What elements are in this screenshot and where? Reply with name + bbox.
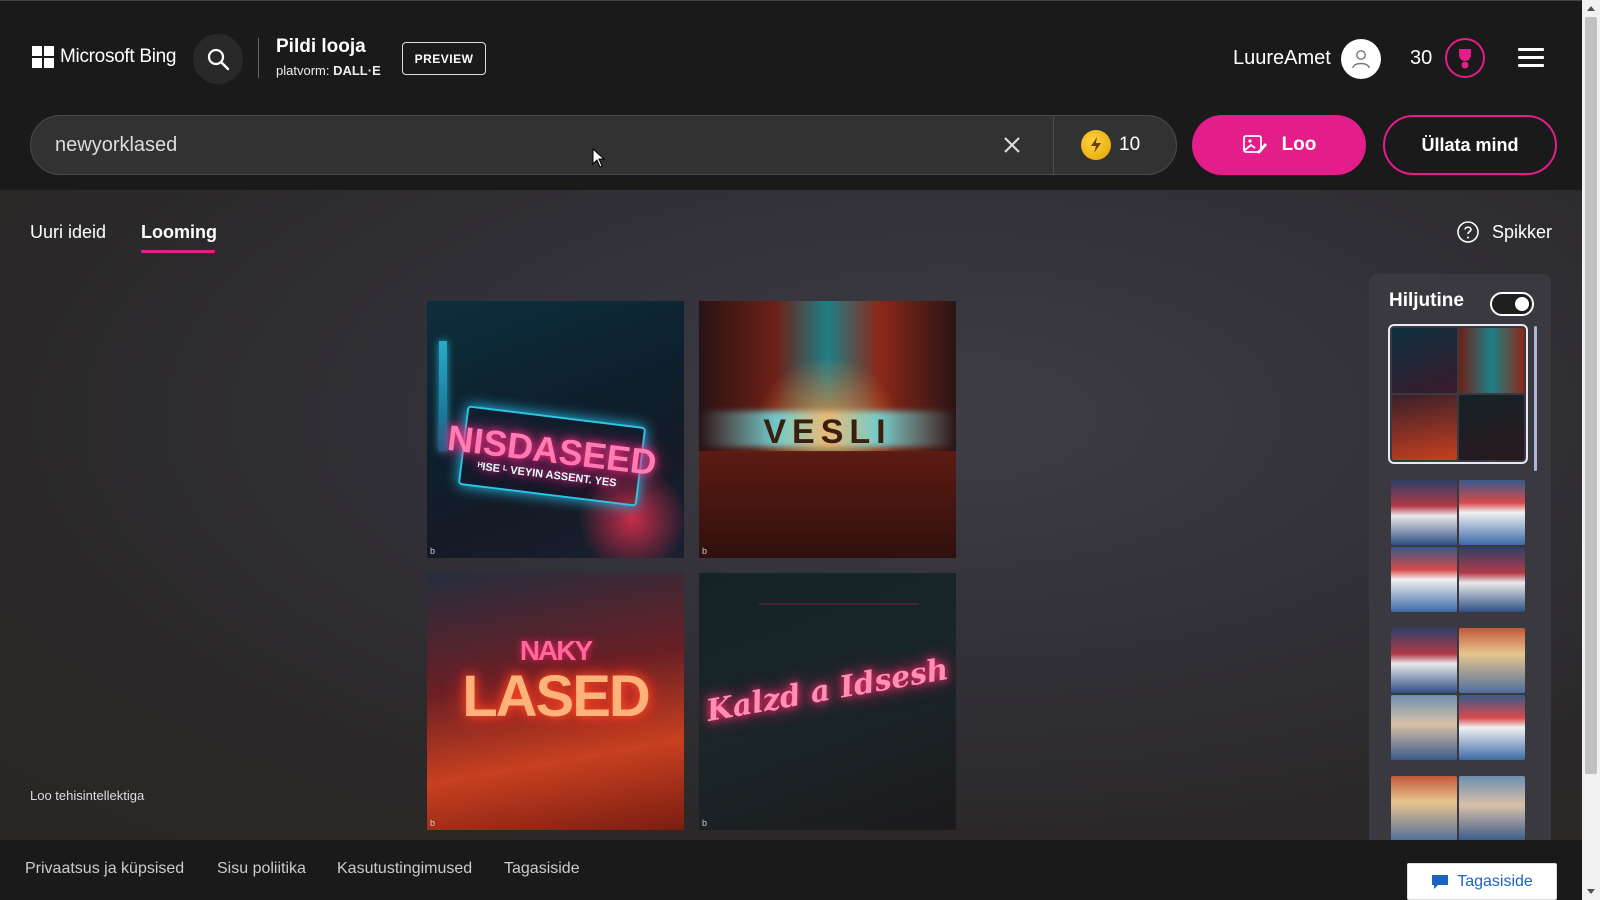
recent-item-2[interactable] [1391, 480, 1525, 612]
platform-name: DALL·E [333, 63, 381, 78]
surprise-me-button[interactable]: Üllata mind [1383, 115, 1557, 175]
active-tab-indicator [141, 250, 215, 253]
recent-title: Hiljutine [1389, 290, 1464, 311]
mouse-cursor-icon [592, 148, 606, 168]
menu-icon[interactable] [1518, 48, 1544, 68]
lightning-icon [1081, 130, 1111, 160]
bing-mark-icon: b [702, 546, 708, 556]
help-icon [1457, 221, 1479, 243]
bing-mark-icon: b [430, 818, 436, 828]
rewards-button[interactable] [1445, 38, 1485, 78]
bing-mark-icon: b [430, 546, 436, 556]
recent-scrollbar[interactable] [1534, 326, 1537, 471]
search-button[interactable] [193, 34, 243, 84]
prompt-divider [1053, 116, 1054, 174]
boost-count: 10 [1119, 134, 1141, 155]
footer-link-terms[interactable]: Kasutustingimused [337, 860, 472, 878]
image-2-text: VESLI [763, 413, 892, 451]
generated-image-3[interactable]: NAKY LASED b [427, 573, 684, 830]
recent-panel: Hiljutine [1369, 274, 1551, 844]
recent-item-4[interactable] [1391, 776, 1525, 841]
search-icon [207, 48, 230, 71]
avatar[interactable] [1341, 39, 1381, 79]
preview-badge[interactable]: PREVIEW [402, 42, 486, 75]
chat-icon [1432, 874, 1449, 889]
generated-image-4[interactable]: Kalzd a Idsesh b [699, 573, 956, 830]
feedback-label: Tagasiside [1457, 872, 1533, 890]
header: Microsoft Bing Pildi looja platvorm: DAL… [0, 0, 1582, 190]
windows-logo-icon [32, 46, 54, 68]
platform-prefix: platvorm: [276, 63, 330, 78]
create-image-icon [1242, 135, 1267, 154]
platform-label: platvorm: DALL·E [276, 63, 381, 78]
tab-creations[interactable]: Looming [141, 222, 217, 243]
footer-link-feedback[interactable]: Tagasiside [504, 860, 580, 878]
recent-item-3[interactable] [1391, 628, 1525, 760]
ai-note: Loo tehisintellektiga [30, 788, 145, 803]
recent-item-1[interactable] [1388, 324, 1528, 464]
tab-explore-ideas[interactable]: Uuri ideid [30, 222, 106, 243]
bing-mark-icon: b [702, 818, 708, 828]
feedback-button[interactable]: Tagasiside [1407, 863, 1557, 900]
trophy-icon [1459, 49, 1471, 69]
create-label: Loo [1281, 134, 1317, 155]
username[interactable]: LuureAmet [1233, 47, 1331, 70]
footer: Privaatsus ja küpsised Sisu poliitika Ka… [0, 840, 1582, 900]
help-label: Spikker [1492, 221, 1553, 242]
scroll-up-icon[interactable] [1587, 6, 1595, 11]
image-3-text: LASED [462, 664, 651, 729]
recent-toggle[interactable] [1490, 292, 1534, 316]
help-button[interactable]: Spikker [1456, 220, 1552, 244]
header-divider [258, 38, 259, 78]
main-content: Uuri ideid Looming Spikker NISDASEED ᴴIS… [0, 190, 1582, 844]
boost-counter[interactable]: 10 [1081, 130, 1140, 160]
close-icon[interactable] [1001, 134, 1023, 156]
microsoft-bing-logo[interactable]: Microsoft Bing [32, 46, 176, 68]
footer-link-privacy[interactable]: Privaatsus ja küpsised [25, 860, 184, 878]
app-title: Pildi looja [276, 36, 366, 57]
user-icon [1352, 50, 1370, 69]
logo-text: Microsoft Bing [60, 46, 177, 67]
generated-image-1[interactable]: NISDASEED ᴴISE ᴸ VEYIN ASSENT. YES b [427, 301, 684, 558]
footer-link-content-policy[interactable]: Sisu poliitika [217, 860, 306, 878]
generated-image-2[interactable]: VESLI b [699, 301, 956, 558]
reward-points[interactable]: 30 [1410, 47, 1432, 70]
scrollbar-thumb[interactable] [1585, 17, 1597, 774]
scroll-down-icon[interactable] [1587, 889, 1595, 894]
page-scrollbar[interactable] [1582, 0, 1600, 900]
prompt-input[interactable] [55, 116, 955, 174]
create-button[interactable]: Loo [1192, 115, 1366, 175]
